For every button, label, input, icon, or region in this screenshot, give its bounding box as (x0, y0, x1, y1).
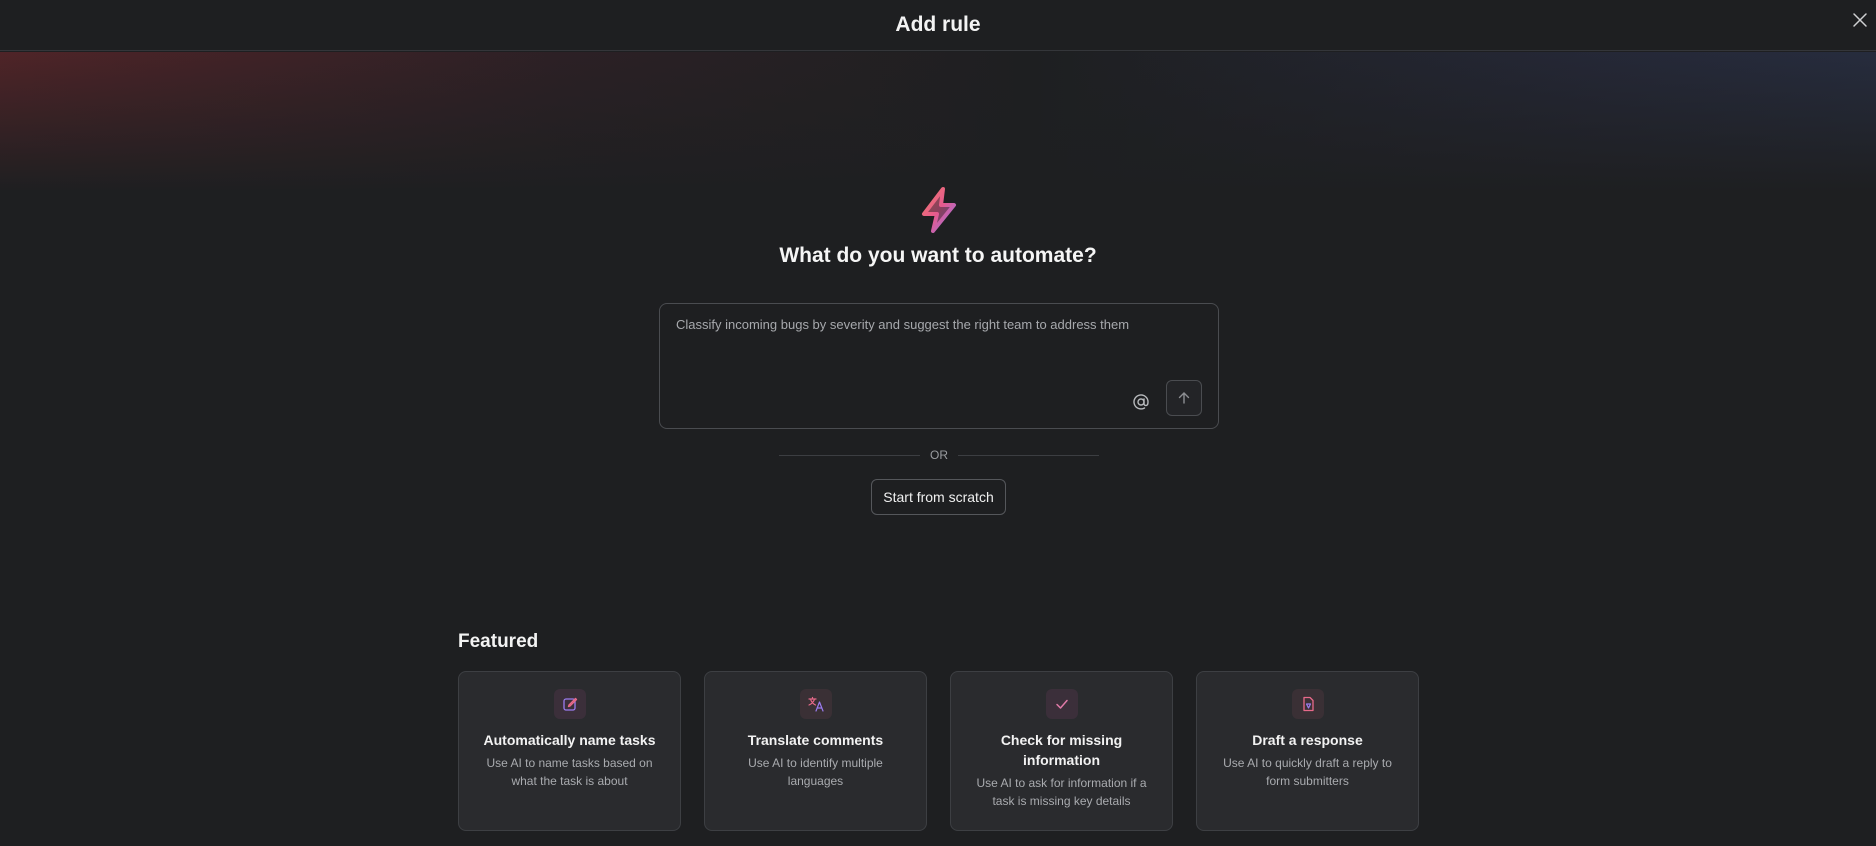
card-description: Use AI to identify multiple languages (748, 756, 883, 788)
checkmark-icon (1056, 699, 1068, 709)
featured-card-draft-response[interactable]: Draft a response Use AI to quickly draft… (1196, 671, 1419, 831)
card-description: Use AI to quickly draft a reply to form … (1223, 756, 1392, 788)
featured-card-name-tasks[interactable]: Automatically name tasks Use AI to name … (458, 671, 681, 831)
card-title: Draft a response (1252, 732, 1363, 748)
card-description: Use AI to name tasks based on what the t… (486, 756, 653, 788)
card-title: Automatically name tasks (483, 732, 656, 748)
automation-prompt-box (659, 303, 1219, 429)
lightning-bolt-icon (916, 186, 962, 234)
featured-cards: Automatically name tasks Use AI to name … (458, 671, 1420, 831)
card-title: Translate comments (747, 732, 884, 748)
send-button[interactable] (1166, 380, 1202, 416)
card-icon-container (800, 689, 832, 719)
card-icon-container (1046, 689, 1078, 719)
modal-title: Add rule (895, 13, 981, 36)
hero-title: What do you want to automate? (779, 244, 1097, 267)
card-title: Check for missing information (1000, 732, 1123, 768)
mention-button[interactable] (1126, 387, 1156, 417)
card-icon-container (554, 689, 586, 719)
translate-icon (808, 696, 824, 712)
arrow-up-icon (1178, 392, 1190, 404)
divider-line (779, 454, 920, 456)
featured-card-translate-comments[interactable]: Translate comments Use AI to identify mu… (704, 671, 927, 831)
at-sign-icon (1133, 394, 1149, 410)
modal-header: Add rule (0, 0, 1876, 51)
start-from-scratch-button[interactable]: Start from scratch (871, 479, 1006, 515)
or-label: OR (930, 448, 948, 462)
close-icon (1853, 13, 1867, 27)
or-divider: OR (779, 447, 1099, 463)
card-icon-container (1292, 689, 1324, 719)
divider-line (958, 454, 1099, 456)
edit-pencil-icon (563, 697, 578, 711)
header-gradient-glow (0, 52, 1876, 192)
featured-card-check-missing-info[interactable]: Check for missing information Use AI to … (950, 671, 1173, 831)
document-draft-icon (1303, 696, 1314, 712)
automation-prompt-input[interactable] (676, 317, 1196, 377)
close-button[interactable] (1848, 8, 1872, 32)
featured-section-title: Featured (458, 631, 539, 652)
card-description: Use AI to ask for information if a task … (976, 776, 1147, 808)
